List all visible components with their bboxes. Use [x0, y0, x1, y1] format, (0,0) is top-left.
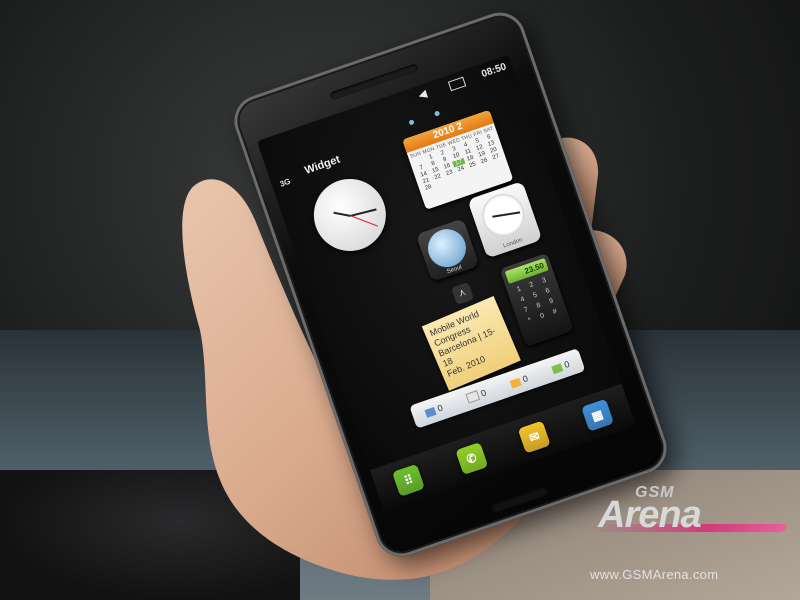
clock-hour-hand [492, 214, 504, 218]
email-icon [551, 363, 564, 374]
clock-time: 08:50 [480, 61, 508, 81]
network-indicator: 3G [278, 176, 292, 189]
watermark-url: www.GSMArena.com [590, 567, 719, 582]
battery-icon [447, 76, 467, 92]
calculator-key[interactable]: # [548, 307, 563, 318]
world-clock-seoul-widget[interactable]: Seoul [415, 218, 480, 282]
missed-calls-count: 0 [521, 373, 530, 385]
contacts-icon [424, 406, 437, 418]
world-clock-london-widget[interactable]: London [467, 181, 543, 259]
calendar-month: 2 [455, 120, 465, 134]
antenna-icon[interactable]: ⋏ [451, 282, 475, 305]
messages-counter[interactable]: 0 [465, 387, 488, 404]
email-count: 0 [562, 358, 571, 371]
messages-count: 0 [479, 387, 488, 399]
menu-icon[interactable]: ▦ [580, 398, 614, 432]
gsmarena-watermark: GSM Arena [587, 480, 790, 550]
watermark-brand-main: Arena [598, 494, 702, 536]
missed-calls-counter[interactable]: 0 [509, 373, 530, 389]
contacts-counter[interactable]: 0 [424, 403, 444, 418]
keypad-icon[interactable]: ⠿ [392, 463, 426, 497]
envelope-icon [465, 390, 481, 404]
calculator-key[interactable]: 6 [540, 286, 555, 297]
phone-icon[interactable]: ✆ [455, 442, 489, 476]
missed-call-icon [509, 377, 522, 389]
widget-title: Widget [303, 153, 342, 177]
page-dot [408, 119, 415, 126]
page-dot [433, 110, 441, 117]
analog-clock-widget[interactable] [304, 169, 396, 261]
world-clock-london-label: London [502, 237, 524, 250]
clock-hour-hand [333, 211, 351, 217]
calculator-keypad: 1 2 3 4 5 6 7 8 9 * 0 # [512, 275, 563, 326]
email-counter[interactable]: 0 [551, 359, 571, 374]
calculator-key[interactable]: 3 [537, 275, 552, 286]
clock-face [476, 188, 530, 242]
clock-minute-hand [503, 211, 521, 217]
calculator-key[interactable]: 9 [544, 296, 559, 307]
contacts-count: 0 [436, 402, 445, 414]
clock-second-hand [350, 215, 378, 227]
message-icon[interactable]: ✉ [517, 420, 551, 454]
speaker-icon: ◀ [417, 88, 429, 102]
calculator-widget[interactable]: 23.50 1 2 3 4 5 6 7 8 9 * 0 # [499, 252, 574, 347]
